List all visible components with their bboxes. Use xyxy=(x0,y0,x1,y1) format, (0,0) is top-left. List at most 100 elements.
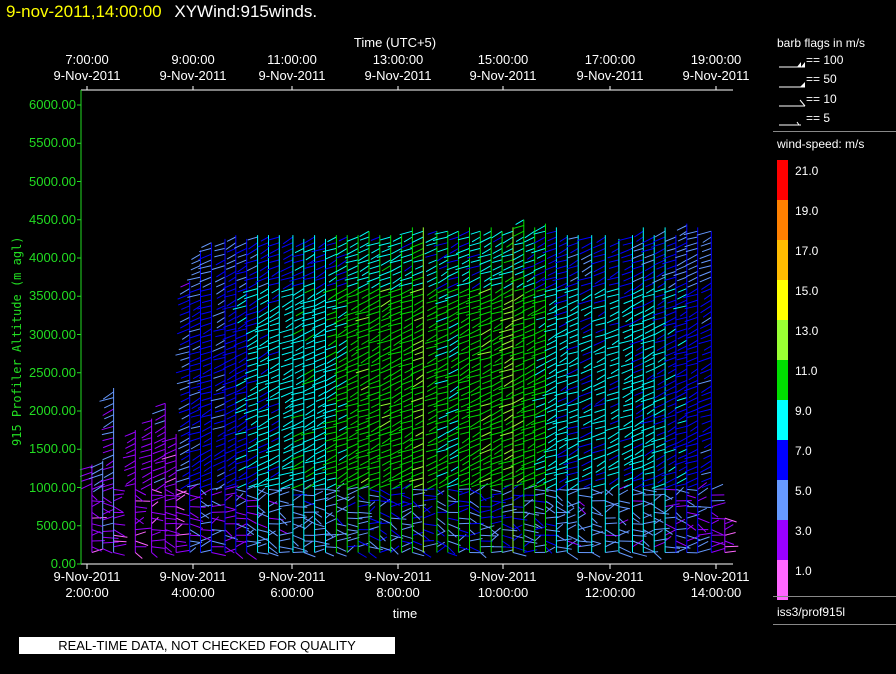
wind-barb xyxy=(165,517,177,520)
colorbar-label: 21.0 xyxy=(795,164,819,178)
wind-barb xyxy=(211,517,226,522)
barb-legend-label-10: == 10 xyxy=(806,92,837,106)
wind-barb xyxy=(269,311,280,319)
wind-barb xyxy=(225,339,236,345)
wind-barb xyxy=(325,385,337,394)
wind-barb xyxy=(437,437,449,443)
wind-barb xyxy=(596,460,606,467)
wind-barb xyxy=(581,385,592,392)
wind-barb xyxy=(314,490,324,496)
wind-barb xyxy=(336,466,348,472)
wind-barb xyxy=(666,345,677,351)
wind-barb xyxy=(595,322,606,326)
wind-barb xyxy=(369,437,380,443)
wind-barb xyxy=(359,305,370,313)
wind-barb xyxy=(401,534,414,540)
wind-barb xyxy=(349,391,359,398)
wind-barb xyxy=(236,385,247,393)
wind-barb xyxy=(186,276,201,281)
wind-barb xyxy=(666,265,677,270)
wind-barb xyxy=(634,391,644,397)
wind-barb xyxy=(635,402,644,408)
wind-barb xyxy=(523,529,539,534)
wind-barb xyxy=(668,466,677,472)
wind-barb xyxy=(292,551,309,553)
wind-barb xyxy=(247,431,258,436)
wind-barb xyxy=(472,322,481,329)
wind-barb xyxy=(480,534,497,537)
wind-barb xyxy=(559,339,568,345)
wind-barb xyxy=(634,483,644,489)
wind-barb xyxy=(113,506,124,513)
wind-barb xyxy=(577,454,592,461)
wind-barb xyxy=(665,488,678,491)
wind-barb xyxy=(260,236,269,242)
wind-barb xyxy=(412,276,424,282)
wind-barb xyxy=(556,550,567,553)
wind-barb xyxy=(226,374,237,381)
wind-barb xyxy=(494,448,503,455)
wind-barb xyxy=(201,339,212,344)
wind-barb xyxy=(546,253,557,260)
wind-barb xyxy=(643,322,655,329)
wind-barb xyxy=(155,483,166,491)
wind-barb xyxy=(656,385,666,391)
wind-barb xyxy=(428,425,438,432)
wind-barb xyxy=(490,527,502,536)
wind-barb xyxy=(190,282,201,288)
wind-barb xyxy=(318,242,326,249)
wind-barb xyxy=(412,282,424,287)
wind-barb xyxy=(643,466,655,471)
wind-barb xyxy=(165,494,181,497)
wind-barb xyxy=(292,488,305,493)
wind-barb xyxy=(503,362,514,369)
wind-barb xyxy=(199,259,212,266)
wind-barb xyxy=(258,402,269,411)
wind-barb xyxy=(213,420,226,425)
colorbar-swatch xyxy=(777,480,788,520)
wind-barb xyxy=(545,351,557,358)
wind-barb xyxy=(481,443,492,451)
wind-barb xyxy=(403,351,413,356)
wind-barb xyxy=(557,374,568,379)
wind-barb xyxy=(335,374,348,381)
wind-barb xyxy=(653,420,666,426)
wind-barb xyxy=(250,420,258,426)
wind-barb xyxy=(350,420,359,426)
wind-barb xyxy=(379,276,391,282)
wind-barb xyxy=(687,437,698,444)
wind-barb xyxy=(346,489,359,496)
wind-barb xyxy=(459,328,470,336)
wind-barb xyxy=(491,334,503,342)
wind-barb xyxy=(226,391,236,397)
wind-barb xyxy=(438,414,448,420)
wind-barb xyxy=(292,356,304,361)
wind-barb xyxy=(584,311,592,317)
wind-barb xyxy=(347,397,359,403)
wind-barb xyxy=(644,305,655,313)
wind-barb xyxy=(359,379,370,387)
wind-barb xyxy=(436,425,448,431)
wind-barb xyxy=(468,379,481,386)
wind-barb xyxy=(491,293,503,302)
wind-barb xyxy=(632,517,640,523)
wind-barb xyxy=(578,477,592,483)
wind-barb xyxy=(249,299,258,307)
wind-barb xyxy=(282,408,294,415)
wind-barb xyxy=(282,282,294,290)
wind-barb xyxy=(246,552,257,560)
wind-barb xyxy=(636,345,644,351)
wind-barb xyxy=(427,466,438,472)
wind-barb xyxy=(199,391,212,395)
wind-barb xyxy=(180,374,190,379)
wind-barb xyxy=(623,443,633,448)
wind-barb xyxy=(644,345,655,351)
wind-barb xyxy=(583,483,592,488)
wind-barb xyxy=(697,496,707,502)
wind-barb xyxy=(327,334,337,338)
wind-barb xyxy=(511,316,524,323)
wind-barb xyxy=(535,466,546,471)
wind-barb xyxy=(211,516,220,525)
wind-barb xyxy=(237,253,247,258)
wind-barb xyxy=(247,351,258,355)
